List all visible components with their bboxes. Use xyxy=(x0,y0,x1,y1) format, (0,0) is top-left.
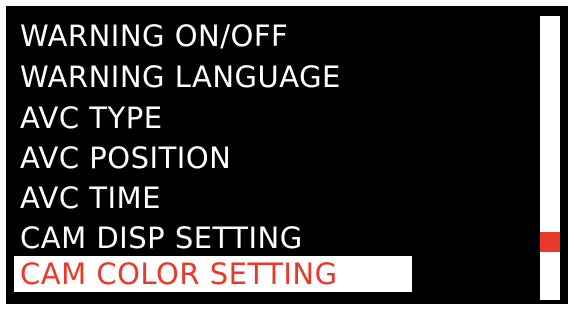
menu-scrollbar[interactable] xyxy=(540,16,560,300)
menu-screen: WARNING ON/OFF WARNING LANGUAGE AVC TYPE… xyxy=(6,6,568,304)
menu-item-label: AVC POSITION xyxy=(20,141,232,175)
menu-item-cam-color-setting[interactable]: CAM COLOR SETTING xyxy=(14,256,412,292)
menu-item-label: WARNING LANGUAGE xyxy=(20,60,341,94)
menu-item-label: AVC TYPE xyxy=(20,101,163,135)
menu-item-label: CAM DISP SETTING xyxy=(20,221,303,255)
settings-menu-list: WARNING ON/OFF WARNING LANGUAGE AVC TYPE… xyxy=(6,6,416,304)
menu-item-label: CAM COLOR SETTING xyxy=(20,257,338,291)
menu-item-avc-position[interactable]: AVC POSITION xyxy=(14,140,231,176)
menu-item-cam-disp-setting[interactable]: CAM DISP SETTING xyxy=(14,220,303,256)
menu-item-label: AVC TIME xyxy=(20,181,161,215)
menu-item-avc-time[interactable]: AVC TIME xyxy=(14,180,161,216)
menu-item-warning-on-off[interactable]: WARNING ON/OFF xyxy=(14,18,288,54)
scrollbar-thumb[interactable] xyxy=(540,232,560,252)
menu-item-warning-language[interactable]: WARNING LANGUAGE xyxy=(14,59,341,95)
menu-item-avc-type[interactable]: AVC TYPE xyxy=(14,100,163,136)
menu-item-label: WARNING ON/OFF xyxy=(20,19,289,53)
